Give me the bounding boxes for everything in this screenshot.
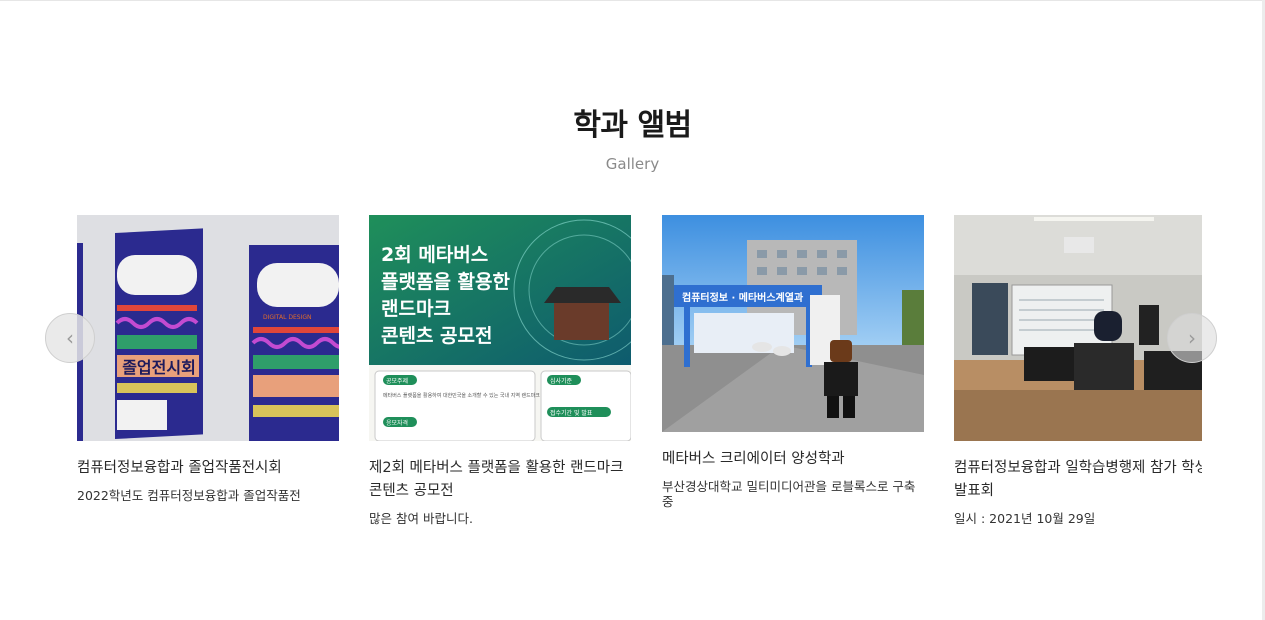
- banner-text: 컴퓨터정보 · 메타버스계열과: [682, 291, 804, 304]
- gallery-card[interactable]: 컴퓨터정보융합과 일학습병행제 참가 학생 발표회 일시 : 2021년 10월…: [954, 215, 1202, 526]
- card-description: 부산경상대학교 밀티미디어관을 로블록스로 구축중: [662, 479, 916, 509]
- poster-line-4: 콘텐츠 공모전: [381, 325, 493, 347]
- poster-line-2: 플랫폼을 활용한: [381, 271, 510, 293]
- box-head-2: 심사기준: [550, 377, 573, 385]
- card-description: 많은 참여 바랍니다.: [369, 511, 473, 526]
- poster-text-left: 졸업전시회: [122, 358, 196, 377]
- carousel-track: 졸업전시회 DIGITAL DESIGN 컴퓨터정보융합과 졸업작품전시회 20…: [77, 215, 1202, 555]
- card-image-graduation-exhibition[interactable]: 졸업전시회 DIGITAL DESIGN: [77, 215, 339, 441]
- box-head-1: 공모주제: [386, 377, 408, 385]
- carousel-prev-button[interactable]: ‹: [45, 313, 95, 363]
- box-body-1: 메타버스 플랫폼을 활용하여 대한민국을 소개할 수 있는 국내 지역 랜드마크…: [383, 392, 551, 399]
- card-title[interactable]: 컴퓨터정보융합과 졸업작품전시회: [77, 457, 339, 480]
- top-divider: [0, 0, 1265, 1]
- carousel-next-button[interactable]: ›: [1167, 313, 1217, 363]
- card-description: 일시 : 2021년 10월 29일: [954, 511, 1096, 526]
- gallery-card[interactable]: 2회 메타버스 플랫폼을 활용한 랜드마크 콘텐츠 공모전 공모주제 메타버스 …: [369, 215, 631, 526]
- section-title: 학과 앨범: [573, 108, 692, 143]
- box-head-3: 응모자격: [386, 419, 408, 427]
- card-image-presentation[interactable]: [954, 215, 1202, 441]
- box-head-4: 접수기간 및 발표: [550, 409, 593, 417]
- card-image-metaverse-contest[interactable]: 2회 메타버스 플랫폼을 활용한 랜드마크 콘텐츠 공모전 공모주제 메타버스 …: [369, 215, 631, 441]
- poster-line-3: 랜드마크: [381, 298, 451, 320]
- poster-line-1: 2회 메타버스: [381, 244, 488, 266]
- chevron-left-icon: ‹: [66, 326, 74, 350]
- card-title[interactable]: 제2회 메타버스 플랫폼을 활용한 랜드마크 콘텐츠 공모전: [369, 457, 631, 503]
- section-subtitle: Gallery: [605, 155, 660, 173]
- poster-tag-right: DIGITAL DESIGN: [263, 314, 312, 321]
- gallery-card[interactable]: 컴퓨터정보 · 메타버스계열과 메타버스 크리에이터 양성학과 부산경상대학교 …: [662, 215, 924, 509]
- gallery-card[interactable]: 졸업전시회 DIGITAL DESIGN 컴퓨터정보융합과 졸업작품전시회 20…: [77, 215, 339, 503]
- card-image-metaverse-creator[interactable]: 컴퓨터정보 · 메타버스계열과: [662, 215, 924, 432]
- card-description: 2022학년도 컴퓨터정보융합과 졸업작품전: [77, 488, 301, 503]
- card-title[interactable]: 컴퓨터정보융합과 일학습병행제 참가 학생 발표회: [954, 457, 1202, 503]
- chevron-right-icon: ›: [1188, 326, 1196, 350]
- card-title[interactable]: 메타버스 크리에이터 양성학과: [662, 448, 924, 471]
- gallery-carousel: 졸업전시회 DIGITAL DESIGN 컴퓨터정보융합과 졸업작품전시회 20…: [77, 215, 1202, 555]
